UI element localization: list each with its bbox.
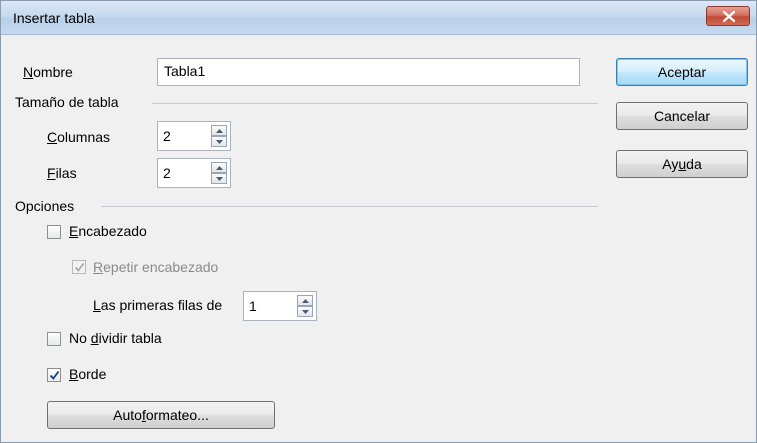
border-checkbox[interactable] bbox=[47, 368, 61, 382]
help-button[interactable]: Ayuda bbox=[616, 150, 748, 178]
columns-value: 2 bbox=[163, 128, 171, 144]
columns-label: Columnas bbox=[47, 129, 111, 145]
insert-table-dialog: Insertar tabla Nombre Tabla1 Tamaño de t… bbox=[0, 0, 757, 443]
rows-decrement-button[interactable] bbox=[211, 173, 227, 184]
name-label: Nombre bbox=[23, 64, 73, 80]
options-heading: Opciones bbox=[15, 198, 75, 214]
first-rows-spinbox[interactable]: 1 bbox=[243, 291, 317, 321]
columns-spinbox[interactable]: 2 bbox=[157, 121, 231, 151]
arrow-up-icon bbox=[216, 129, 223, 133]
no-split-label[interactable]: No dividir tabla bbox=[69, 330, 162, 346]
autoformat-button[interactable]: Autoformateo... bbox=[47, 401, 275, 429]
close-icon bbox=[723, 11, 735, 22]
arrow-down-icon bbox=[216, 177, 223, 181]
checkmark-icon bbox=[49, 370, 60, 380]
rows-label: Filas bbox=[47, 165, 77, 181]
first-rows-label: Las primeras filas de bbox=[93, 297, 223, 313]
table-size-heading: Tamaño de tabla bbox=[15, 94, 119, 110]
cancel-button[interactable]: Cancelar bbox=[616, 102, 748, 130]
first-rows-increment-button[interactable] bbox=[297, 295, 313, 306]
first-rows-value: 1 bbox=[249, 298, 257, 314]
arrow-down-icon bbox=[302, 310, 309, 314]
rows-spinbox[interactable]: 2 bbox=[157, 158, 231, 188]
no-split-checkbox[interactable] bbox=[47, 332, 61, 346]
window-title: Insertar tabla bbox=[13, 10, 95, 26]
rows-value: 2 bbox=[163, 165, 171, 181]
heading-label[interactable]: Encabezado bbox=[69, 223, 147, 239]
checkmark-icon bbox=[74, 262, 85, 272]
border-label[interactable]: Borde bbox=[69, 366, 106, 382]
repeat-heading-checkbox[interactable] bbox=[72, 260, 86, 274]
options-separator bbox=[101, 206, 598, 207]
repeat-heading-label: Repetir encabezado bbox=[93, 259, 219, 275]
arrow-up-icon bbox=[216, 166, 223, 170]
rows-increment-button[interactable] bbox=[211, 162, 227, 173]
columns-increment-button[interactable] bbox=[211, 125, 227, 136]
name-input[interactable]: Tabla1 bbox=[157, 58, 580, 86]
ok-button[interactable]: Aceptar bbox=[616, 58, 748, 86]
first-rows-decrement-button[interactable] bbox=[297, 306, 313, 317]
columns-decrement-button[interactable] bbox=[211, 136, 227, 147]
title-bar: Insertar tabla bbox=[1, 1, 756, 35]
close-button[interactable] bbox=[706, 6, 750, 26]
heading-checkbox[interactable] bbox=[47, 225, 61, 239]
arrow-down-icon bbox=[216, 140, 223, 144]
arrow-up-icon bbox=[302, 299, 309, 303]
table-size-separator bbox=[152, 103, 598, 104]
